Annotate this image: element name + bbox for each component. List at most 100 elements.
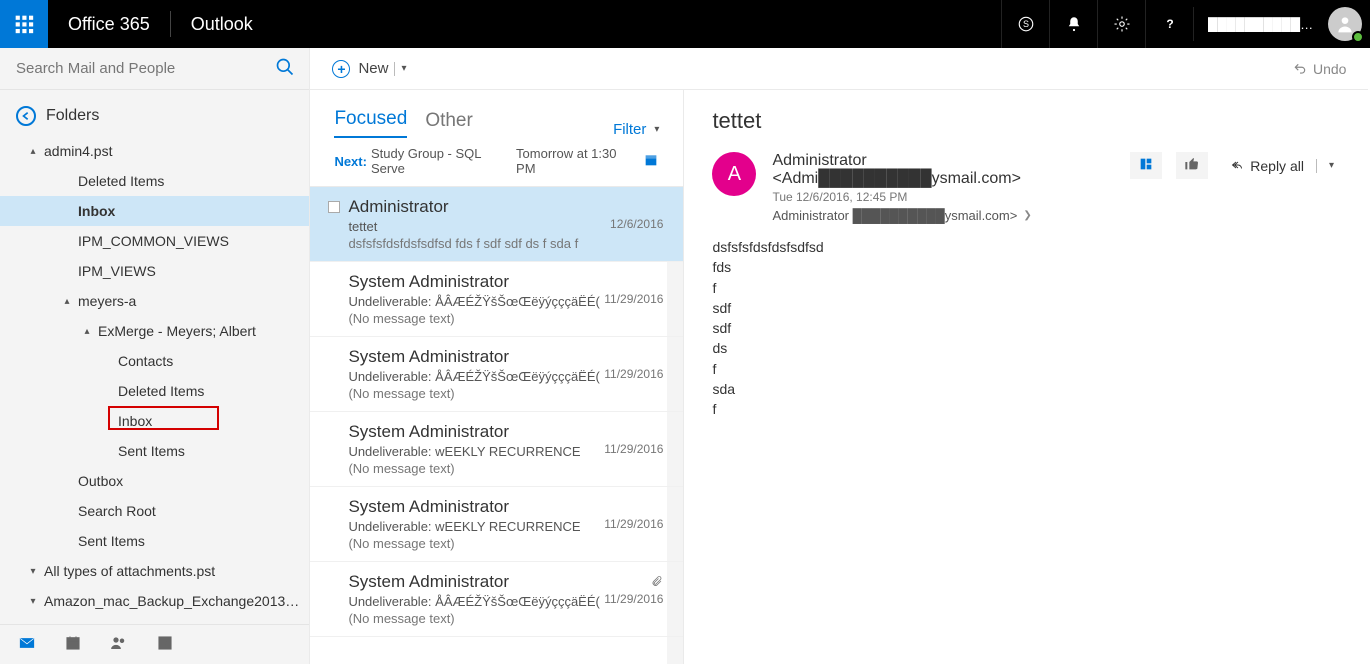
- command-bar: + New ▾ Undo: [310, 48, 1368, 90]
- tasks-icon[interactable]: [156, 634, 174, 655]
- caret-icon[interactable]: ▾: [28, 566, 38, 577]
- folder-node[interactable]: ▴ExMerge - Meyers; Albert: [0, 316, 309, 346]
- brand-outlook[interactable]: Outlook: [171, 14, 273, 35]
- folder-node[interactable]: Inbox: [0, 196, 309, 226]
- folder-label: Inbox: [118, 413, 152, 429]
- calendar-icon: [643, 152, 659, 171]
- divider: [394, 62, 395, 76]
- folder-node[interactable]: Sent Items: [0, 436, 309, 466]
- message-from: System Administrator: [348, 347, 659, 367]
- svg-text:?: ?: [1166, 17, 1173, 31]
- bell-icon[interactable]: [1049, 0, 1097, 48]
- calendar-icon[interactable]: [64, 634, 82, 655]
- filter-button[interactable]: Filter▾: [613, 121, 659, 138]
- plus-icon: +: [332, 60, 350, 78]
- sender-avatar: A: [712, 152, 756, 196]
- message-preview: (No message text): [348, 386, 608, 401]
- folder-node[interactable]: Sent Items: [0, 526, 309, 556]
- help-icon[interactable]: ?: [1145, 0, 1193, 48]
- chevron-down-icon[interactable]: ▾: [401, 63, 406, 74]
- message-from: System Administrator: [348, 572, 659, 592]
- message-subject: tettet: [712, 108, 1342, 134]
- attachment-icon: [651, 574, 663, 591]
- folder-node[interactable]: Inbox: [0, 406, 309, 436]
- pivot-tabs: Focused Other Filter▾: [310, 90, 683, 138]
- reply-all-button[interactable]: Reply all ▾: [1222, 154, 1342, 178]
- svg-text:S: S: [1022, 19, 1028, 29]
- folder-node[interactable]: Deleted Items: [0, 376, 309, 406]
- folders-title: Folders: [46, 107, 99, 125]
- caret-icon[interactable]: ▴: [28, 146, 38, 157]
- caret-icon[interactable]: ▴: [82, 326, 92, 337]
- people-icon[interactable]: [110, 634, 128, 655]
- folder-node[interactable]: Contacts: [0, 346, 309, 376]
- tab-other[interactable]: Other: [425, 110, 473, 138]
- message-item[interactable]: System AdministratorUndeliverable: wEEKL…: [310, 412, 683, 487]
- folder-label: Outbox: [78, 473, 123, 489]
- message-date: 12/6/2016: [610, 217, 663, 231]
- app-launcher-icon[interactable]: [0, 0, 48, 48]
- folder-node[interactable]: IPM_VIEWS: [0, 256, 309, 286]
- folder-node[interactable]: ▴ meyers-a: [0, 286, 309, 316]
- folder-node[interactable]: Deleted Items: [0, 166, 309, 196]
- next-label: Next:: [334, 154, 367, 169]
- folder-node[interactable]: ▴ admin4.pst: [0, 136, 309, 166]
- undo-label: Undo: [1313, 61, 1346, 77]
- message-item[interactable]: Administratortettetdsfsfsfdsfdsfsdfsd fd…: [310, 187, 683, 262]
- folder-pane: Folders ▴ admin4.pst Deleted Items Inbox IPM…: [0, 48, 310, 664]
- brand-office365[interactable]: Office 365: [48, 14, 170, 35]
- recipient-line[interactable]: Administrator ██████████ysmail.com> ❯: [772, 208, 1114, 223]
- tab-focused[interactable]: Focused: [334, 108, 407, 138]
- folder-label: Inbox: [78, 203, 115, 219]
- folder-label: Sent Items: [78, 533, 145, 549]
- message-list-pane: Focused Other Filter▾ Next: Study Group …: [310, 90, 684, 664]
- folder-node[interactable]: ▾Amazon_mac_Backup_Exchange2013…: [0, 586, 309, 616]
- search-input[interactable]: [14, 59, 275, 78]
- user-menu[interactable]: ████████████a: [1193, 7, 1370, 41]
- message-date: 11/29/2016: [604, 367, 663, 381]
- message-item[interactable]: System AdministratorUndeliverable: wEEKL…: [310, 487, 683, 562]
- chevron-expand-icon[interactable]: ❯: [1023, 210, 1031, 221]
- message-item[interactable]: System AdministratorUndeliverable: ÅÂÆÉŽ…: [310, 562, 683, 637]
- folder-node[interactable]: IPM_COMMON_VIEWS: [0, 226, 309, 256]
- user-name: ████████████a: [1208, 17, 1318, 32]
- folder-label: IPM_VIEWS: [78, 263, 156, 279]
- message-checkbox[interactable]: [328, 201, 340, 213]
- skype-icon[interactable]: S: [1001, 0, 1049, 48]
- back-arrow-icon[interactable]: [16, 106, 36, 126]
- mail-icon[interactable]: [18, 634, 36, 655]
- gear-icon[interactable]: [1097, 0, 1145, 48]
- folder-label: admin4.pst: [44, 143, 112, 159]
- message-item[interactable]: System AdministratorUndeliverable: ÅÂÆÉŽ…: [310, 337, 683, 412]
- next-text: Study Group - SQL Serve: [371, 146, 516, 176]
- addin-icon[interactable]: [1130, 152, 1162, 179]
- caret-icon[interactable]: ▾: [28, 596, 38, 607]
- folder-node[interactable]: ▾ All types of attachments.pst: [0, 556, 309, 586]
- folder-label: Deleted Items: [118, 383, 204, 399]
- new-label: New: [358, 60, 388, 77]
- like-icon[interactable]: [1176, 152, 1208, 179]
- message-from: System Administrator: [348, 497, 659, 517]
- message-preview: (No message text): [348, 461, 608, 476]
- message-preview: (No message text): [348, 311, 608, 326]
- folder-label: Sent Items: [118, 443, 185, 459]
- folder-node[interactable]: Search Root: [0, 496, 309, 526]
- chevron-down-icon: ▾: [654, 124, 659, 135]
- undo-button[interactable]: Undo: [1293, 61, 1346, 77]
- up-next-row[interactable]: Next: Study Group - SQL Serve Tomorrow a…: [310, 138, 683, 187]
- avatar-icon[interactable]: [1328, 7, 1362, 41]
- message-list[interactable]: Administratortettetdsfsfsfdsfdsfsdfsd fd…: [310, 187, 683, 664]
- new-button[interactable]: + New ▾: [332, 60, 406, 78]
- folder-node[interactable]: Outbox: [0, 466, 309, 496]
- folder-label: All types of attachments.pst: [44, 563, 215, 579]
- search-bar: [0, 48, 309, 90]
- chevron-down-icon[interactable]: ▾: [1329, 160, 1334, 171]
- message-preview: (No message text): [348, 536, 608, 551]
- folders-header[interactable]: Folders: [0, 90, 309, 136]
- caret-icon[interactable]: ▴: [62, 296, 72, 307]
- sender-line: Administrator <Admi██████████ysmail.com>: [772, 152, 1114, 188]
- folder-label: meyers-a: [78, 293, 136, 309]
- message-from: System Administrator: [348, 422, 659, 442]
- search-icon[interactable]: [275, 57, 295, 80]
- message-item[interactable]: System AdministratorUndeliverable: ÅÂÆÉŽ…: [310, 262, 683, 337]
